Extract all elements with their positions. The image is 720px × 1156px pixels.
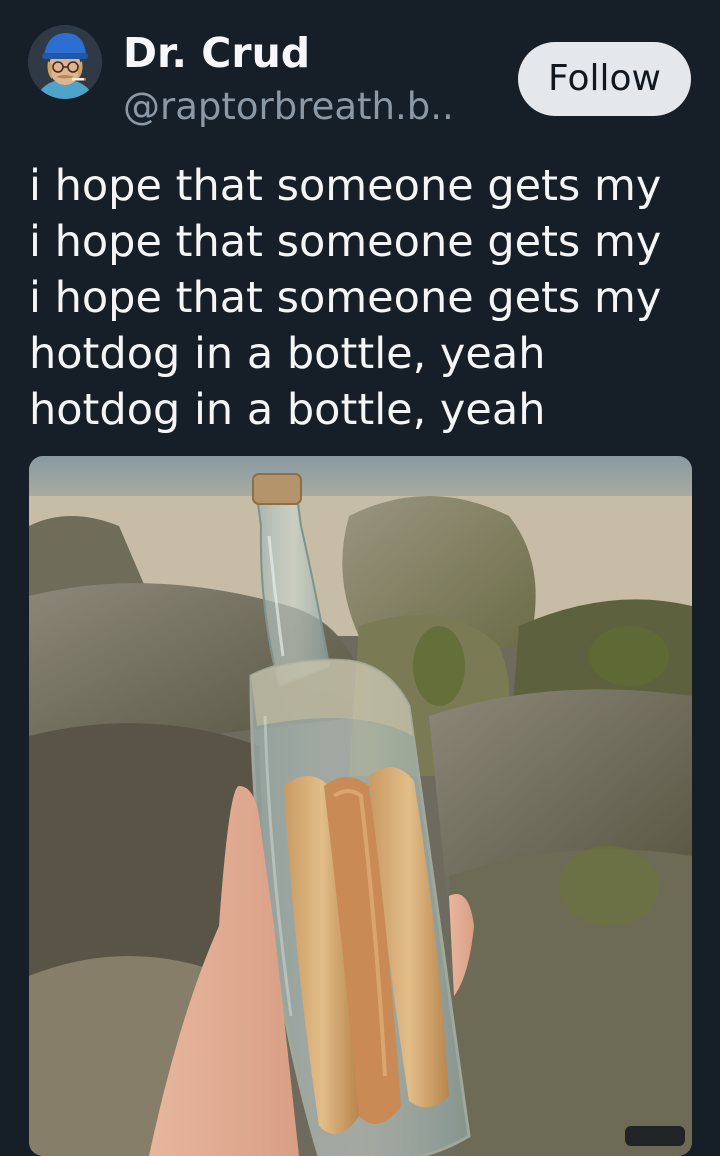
post-text: i hope that someone gets my i hope that … [29,158,699,438]
follow-button[interactable]: Follow [518,42,691,116]
display-name[interactable]: Dr. Crud [123,28,310,78]
avatar[interactable] [28,25,102,99]
media-badge [625,1126,685,1146]
post-text-line: i hope that someone gets my [29,161,662,211]
hotdog-bottle-photo-icon [29,456,692,1156]
post-image[interactable] [29,456,692,1156]
post-text-line: hotdog in a bottle, yeah [29,329,546,379]
post-text-line: i hope that someone gets my [29,217,662,267]
handle[interactable]: @raptorbreath.b.. [123,84,454,130]
post-text-line: hotdog in a bottle, yeah [29,385,546,435]
post-header: Dr. Crud @raptorbreath.b.. Follow [0,0,720,140]
avatar-man-icon [28,25,102,99]
post-text-line: i hope that someone gets my [29,273,662,323]
